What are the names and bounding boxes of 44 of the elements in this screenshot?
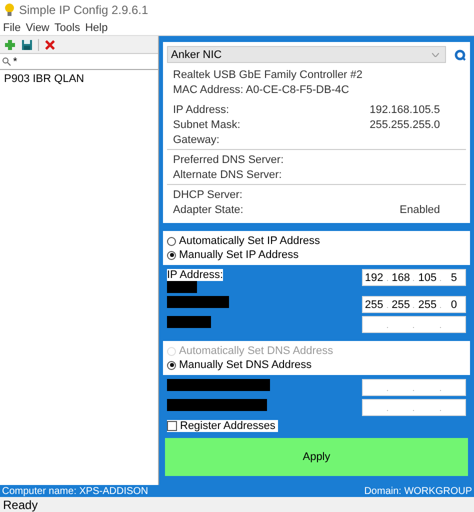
radio-label[interactable]: Automatically Set IP Address (179, 235, 320, 247)
adapter-dropdown[interactable]: Anker NIC (167, 46, 446, 63)
delete-icon[interactable] (44, 38, 56, 50)
info-value: Enabled (400, 204, 441, 216)
ip-address-field[interactable] (362, 316, 466, 333)
radio-button[interactable] (167, 236, 176, 246)
search-field[interactable]: * (13, 56, 143, 68)
search-icon (2, 57, 11, 66)
radio-label[interactable]: Manually Set IP Address (179, 249, 299, 261)
info-label: Subnet Mask: (173, 118, 240, 130)
field-label: IP Address: (167, 269, 224, 281)
caret-icon (432, 52, 439, 56)
lightbulb-icon (4, 3, 15, 17)
window-title: Simple IP Config 2.9.6.1 (19, 3, 148, 17)
radio-label[interactable]: Manually Set DNS Address (179, 359, 312, 371)
info-label: Gateway: (173, 134, 220, 146)
ip-address-field[interactable] (362, 379, 466, 396)
info-label: Alternate DNS Server: (173, 168, 282, 180)
menu-item[interactable]: Help (85, 22, 108, 34)
ip-address-field[interactable] (362, 399, 466, 416)
info-value: 192.168.105.5 (370, 104, 441, 116)
save-icon[interactable] (21, 38, 33, 50)
menu-item[interactable]: Tools (54, 22, 80, 34)
domain-name: Domain: WORKGROUP (364, 486, 472, 496)
mac-address: MAC Address: A0-CE-C8-F5-DB-4C (173, 82, 350, 97)
radio-button[interactable] (167, 360, 176, 370)
info-label: Preferred DNS Server: (173, 154, 284, 166)
info-value: 255.255.255.0 (370, 118, 441, 130)
info-label: DHCP Server: (173, 188, 242, 200)
status-text: Ready (0, 497, 474, 512)
menu-item[interactable]: File (3, 22, 21, 34)
apply-button[interactable]: Apply (165, 438, 468, 476)
ip-address-field[interactable]: 255 255 255 0 (362, 296, 466, 313)
profile-item[interactable]: P903 IBR QLAN (0, 70, 158, 88)
radio-button[interactable] (167, 250, 176, 260)
computer-name: Computer name: XPS-ADDISON (2, 486, 148, 496)
checkbox[interactable] (167, 421, 177, 431)
info-label: Adapter State: (173, 204, 244, 216)
add-icon[interactable] (4, 38, 16, 50)
menu-item[interactable]: View (26, 22, 50, 34)
refresh-icon[interactable] (454, 48, 466, 60)
ip-address-field[interactable]: 192 168 105 5 (362, 269, 466, 286)
info-label: IP Address: (173, 104, 230, 116)
adapter-description: Realtek USB GbE Family Controller #2 (173, 68, 364, 82)
